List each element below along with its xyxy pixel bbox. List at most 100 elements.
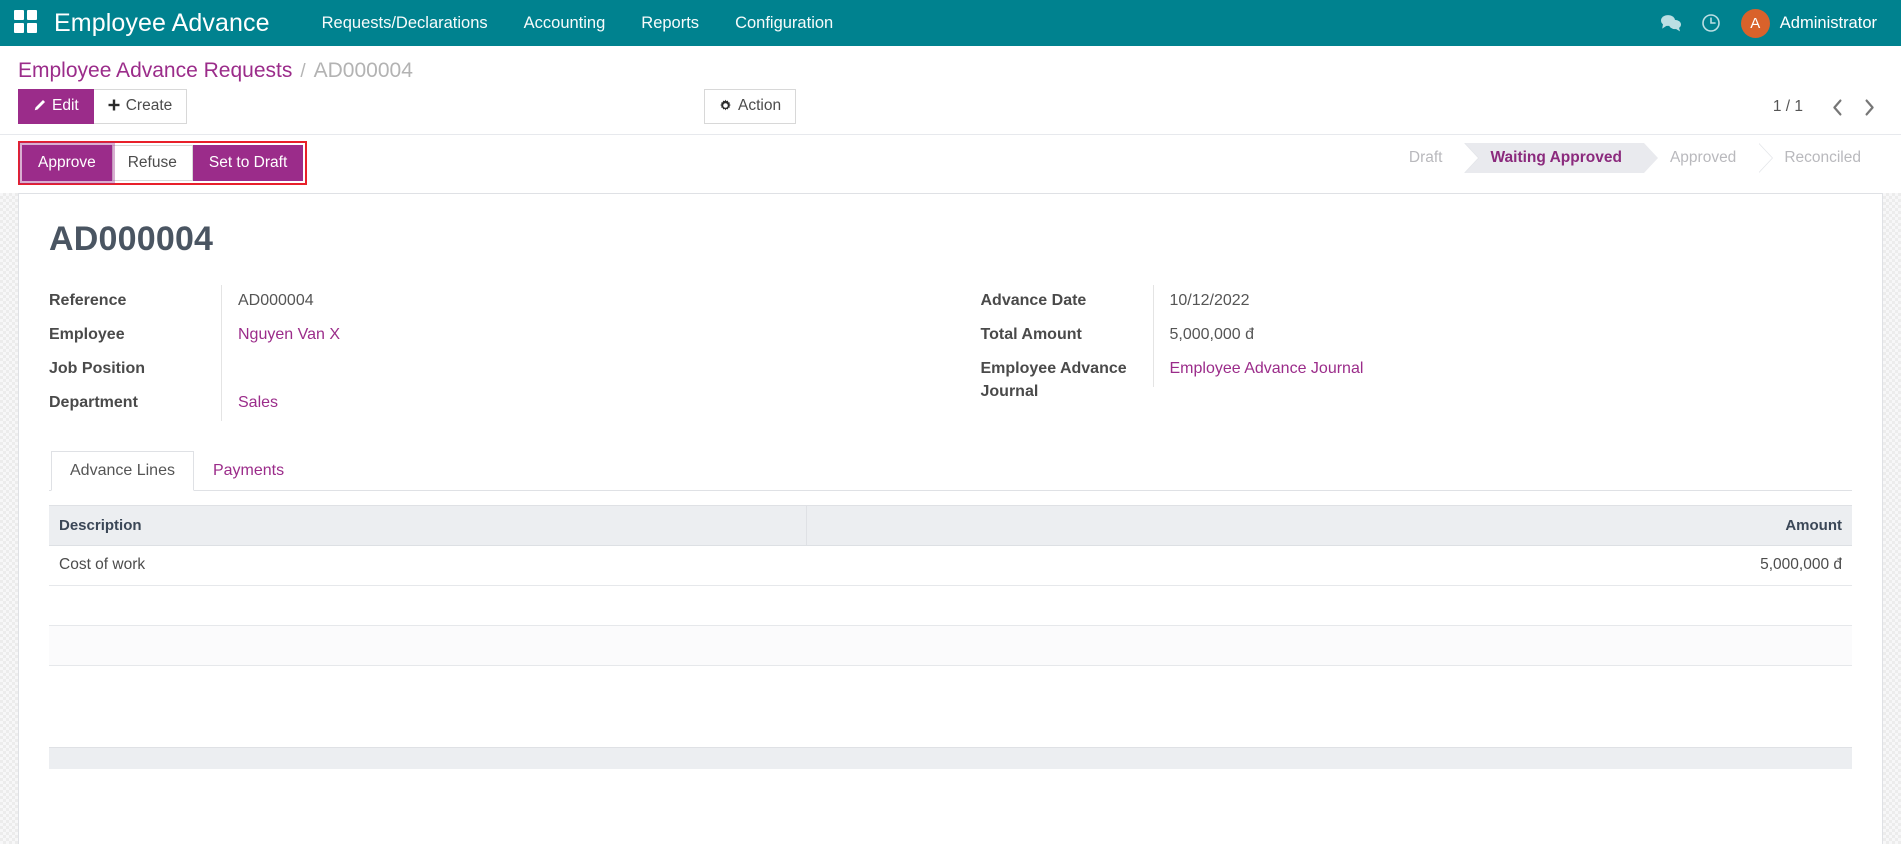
background-hatch-left: [0, 193, 18, 844]
table-row[interactable]: [49, 665, 1852, 705]
table-header-row: Description Amount: [49, 505, 1852, 545]
action-button[interactable]: Action: [704, 89, 796, 124]
edit-button[interactable]: Edit: [18, 89, 94, 124]
field-grid: Reference AD000004 Employee Nguyen Van X…: [49, 285, 1852, 421]
cell-blank: [806, 545, 1599, 585]
avatar: A: [1741, 9, 1770, 38]
cell-amount: 5,000,000 đ: [1600, 545, 1852, 585]
chevron-right-icon[interactable]: [1855, 93, 1883, 121]
form-sheet: AD000004 Reference AD000004 Employee Ngu…: [18, 193, 1883, 844]
set-to-draft-button[interactable]: Set to Draft: [193, 145, 303, 181]
field-employee-advance-journal: Employee Advance Journal Employee Advanc…: [981, 353, 1823, 407]
plus-icon: [108, 99, 120, 113]
breadcrumb-separator: /: [300, 61, 305, 83]
menu-item-reports[interactable]: Reports: [623, 2, 717, 45]
top-navbar: Employee Advance Requests/Declarations A…: [0, 0, 1901, 46]
activities-clock-icon[interactable]: [1691, 3, 1731, 43]
action-button-label: Action: [738, 96, 781, 117]
cell-description: [49, 585, 806, 625]
cell-description: Cost of work: [49, 545, 806, 585]
workflow-buttons-highlight: Approve Refuse Set to Draft: [18, 141, 307, 185]
field-total-amount: Total Amount 5,000,000 đ: [981, 319, 1823, 353]
field-column-left: Reference AD000004 Employee Nguyen Van X…: [49, 285, 951, 421]
table-body: Cost of work 5,000,000 đ: [49, 545, 1852, 705]
main-menu: Requests/Declarations Accounting Reports…: [304, 2, 852, 45]
field-employee: Employee Nguyen Van X: [49, 319, 921, 353]
field-total-amount-label: Total Amount: [981, 319, 1153, 350]
column-header-amount[interactable]: Amount: [1600, 505, 1852, 545]
field-reference-value: AD000004: [221, 285, 921, 319]
table-row[interactable]: [49, 585, 1852, 625]
pencil-icon: [33, 99, 46, 114]
pager-value: 1 / 1: [1773, 98, 1819, 116]
field-advance-date: Advance Date 10/12/2022: [981, 285, 1823, 319]
create-button[interactable]: Create: [94, 89, 188, 124]
cell-amount: [1600, 585, 1852, 625]
create-button-label: Create: [126, 96, 173, 117]
cell-amount: [1600, 625, 1852, 665]
user-name-label: Administrator: [1780, 14, 1877, 33]
cell-blank: [806, 625, 1599, 665]
field-employee-value[interactable]: Nguyen Van X: [221, 319, 921, 353]
column-header-blank: [806, 505, 1599, 545]
chevron-left-icon[interactable]: [1823, 93, 1851, 121]
cell-blank: [806, 665, 1599, 705]
apps-grid-icon[interactable]: [14, 10, 40, 36]
status-approved[interactable]: Approved: [1644, 143, 1758, 173]
field-total-amount-value: 5,000,000 đ: [1153, 319, 1823, 353]
cell-blank: [806, 585, 1599, 625]
field-reference-label: Reference: [49, 285, 221, 316]
field-job-position-label: Job Position: [49, 353, 221, 384]
status-waiting-approved[interactable]: Waiting Approved: [1464, 143, 1643, 173]
field-department-label: Department: [49, 387, 221, 418]
status-draft[interactable]: Draft: [1391, 143, 1465, 173]
field-advance-date-label: Advance Date: [981, 285, 1153, 316]
refuse-button[interactable]: Refuse: [112, 145, 193, 181]
tab-payments[interactable]: Payments: [194, 451, 303, 491]
statusbar-row: Approve Refuse Set to Draft Draft Waitin…: [0, 135, 1901, 193]
notebook: Advance Lines Payments Description Amoun…: [49, 451, 1852, 770]
menu-item-accounting[interactable]: Accounting: [506, 2, 624, 45]
menu-item-configuration[interactable]: Configuration: [717, 2, 851, 45]
advance-lines-table: Description Amount Cost of work 5,000,00…: [49, 505, 1852, 706]
background-hatch-right: [1883, 193, 1901, 844]
action-menu-wrapper: Action: [704, 89, 796, 124]
form-view-background: AD000004 Reference AD000004 Employee Ngu…: [0, 193, 1901, 844]
field-job-position: Job Position: [49, 353, 921, 387]
status-reconciled[interactable]: Reconciled: [1758, 143, 1883, 173]
approve-button[interactable]: Approve: [22, 145, 112, 181]
messages-icon[interactable]: [1651, 3, 1691, 43]
field-reference: Reference AD000004: [49, 285, 921, 319]
field-department-value[interactable]: Sales: [221, 387, 921, 421]
cell-description: [49, 665, 806, 705]
breadcrumb-current: AD000004: [314, 59, 413, 83]
field-employee-label: Employee: [49, 319, 221, 350]
field-department: Department Sales: [49, 387, 921, 421]
field-employee-advance-journal-label: Employee Advance Journal: [981, 353, 1153, 407]
field-advance-date-value: 10/12/2022: [1153, 285, 1823, 319]
tab-advance-lines[interactable]: Advance Lines: [51, 451, 194, 491]
breadcrumb-root-link[interactable]: Employee Advance Requests: [18, 59, 292, 83]
menu-item-requests-declarations[interactable]: Requests/Declarations: [304, 2, 506, 45]
cell-amount: [1600, 665, 1852, 705]
cell-description: [49, 625, 806, 665]
table-footer-bar: [49, 747, 1852, 769]
control-panel: Employee Advance Requests / AD000004 Edi…: [0, 46, 1901, 135]
table-head: Description Amount: [49, 505, 1852, 545]
record-title: AD000004: [49, 220, 1852, 259]
column-header-description[interactable]: Description: [49, 505, 806, 545]
edit-button-label: Edit: [52, 96, 79, 117]
field-employee-advance-journal-value[interactable]: Employee Advance Journal: [1153, 353, 1823, 387]
pager: 1 / 1: [1773, 93, 1883, 121]
app-brand-title[interactable]: Employee Advance: [54, 9, 270, 38]
table-row[interactable]: Cost of work 5,000,000 đ: [49, 545, 1852, 585]
user-menu[interactable]: A Administrator: [1731, 5, 1883, 42]
workflow-button-group: Approve Refuse Set to Draft: [22, 145, 303, 181]
breadcrumb: Employee Advance Requests / AD000004: [18, 46, 1883, 89]
table-row[interactable]: [49, 625, 1852, 665]
field-column-right: Advance Date 10/12/2022 Total Amount 5,0…: [951, 285, 1853, 421]
navbar-right-area: A Administrator: [1651, 3, 1883, 43]
status-pipeline: Draft Waiting Approved Approved Reconcil…: [1391, 143, 1883, 173]
notebook-tabs: Advance Lines Payments: [49, 451, 1852, 491]
gear-icon: [719, 99, 732, 114]
